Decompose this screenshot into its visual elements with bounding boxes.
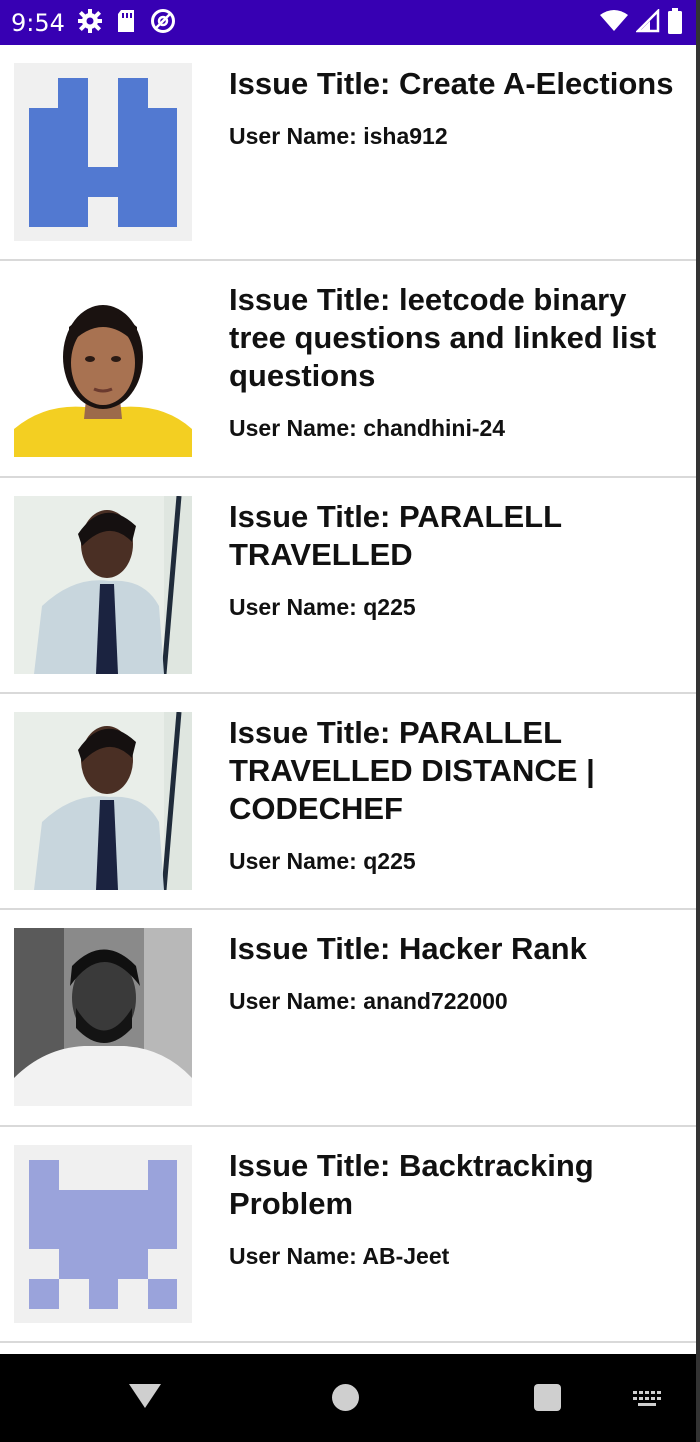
issue-user-name: User Name: anand722000 xyxy=(229,988,508,1014)
window-edge xyxy=(696,0,700,1442)
list-item[interactable]: Issue Title: PARALELL TRAVELLED User Nam… xyxy=(0,478,696,694)
avatar xyxy=(14,63,192,241)
issue-title: Issue Title: Hacker Rank xyxy=(229,931,587,966)
signal-icon xyxy=(634,7,660,38)
issue-title: Issue Title: Backtracking Problem xyxy=(229,1148,594,1221)
avatar xyxy=(14,1145,192,1323)
gear-icon xyxy=(78,8,102,38)
issue-title: Issue Title: Create A-Elections xyxy=(229,66,674,101)
list-item[interactable]: Issue Title: leetcode binary tree questi… xyxy=(0,261,696,478)
back-icon[interactable] xyxy=(129,1384,161,1415)
recents-icon[interactable] xyxy=(534,1384,561,1411)
issue-user-name: User Name: chandhini-24 xyxy=(229,415,506,441)
status-bar: 9:54 xyxy=(0,0,696,45)
avatar xyxy=(14,928,192,1106)
home-icon[interactable] xyxy=(332,1384,359,1411)
avatar xyxy=(14,496,192,674)
keyboard-icon[interactable] xyxy=(633,1389,663,1414)
issue-title: Issue Title: leetcode binary tree questi… xyxy=(229,282,657,393)
avatar xyxy=(14,712,192,890)
issue-title: Issue Title: PARALLEL TRAVELLED DISTANCE… xyxy=(229,715,595,826)
sd-card-icon xyxy=(116,9,136,38)
issue-title: Issue Title: PARALELL TRAVELLED xyxy=(229,499,562,572)
wifi-icon xyxy=(600,9,628,38)
issue-user-name: User Name: q225 xyxy=(229,594,416,620)
list-item[interactable]: Issue Title: Create A-Elections User Nam… xyxy=(0,45,696,261)
issue-user-name: User Name: AB-Jeet xyxy=(229,1243,450,1269)
issue-user-name: User Name: q225 xyxy=(229,848,416,874)
list-item[interactable]: Issue Title: Hacker Rank User Name: anan… xyxy=(0,910,696,1127)
issue-user-name: User Name: isha912 xyxy=(229,123,448,149)
list-item[interactable]: Issue Title: Backtracking Problem User N… xyxy=(0,1127,696,1343)
list-item[interactable]: Issue Title: PARALLEL TRAVELLED DISTANCE… xyxy=(0,694,696,910)
status-time: 9:54 xyxy=(11,9,65,37)
battery-icon xyxy=(668,7,682,39)
issue-list[interactable]: Issue Title: Create A-Elections User Nam… xyxy=(0,45,696,1354)
no-tracking-icon xyxy=(150,8,176,39)
avatar xyxy=(14,279,192,457)
